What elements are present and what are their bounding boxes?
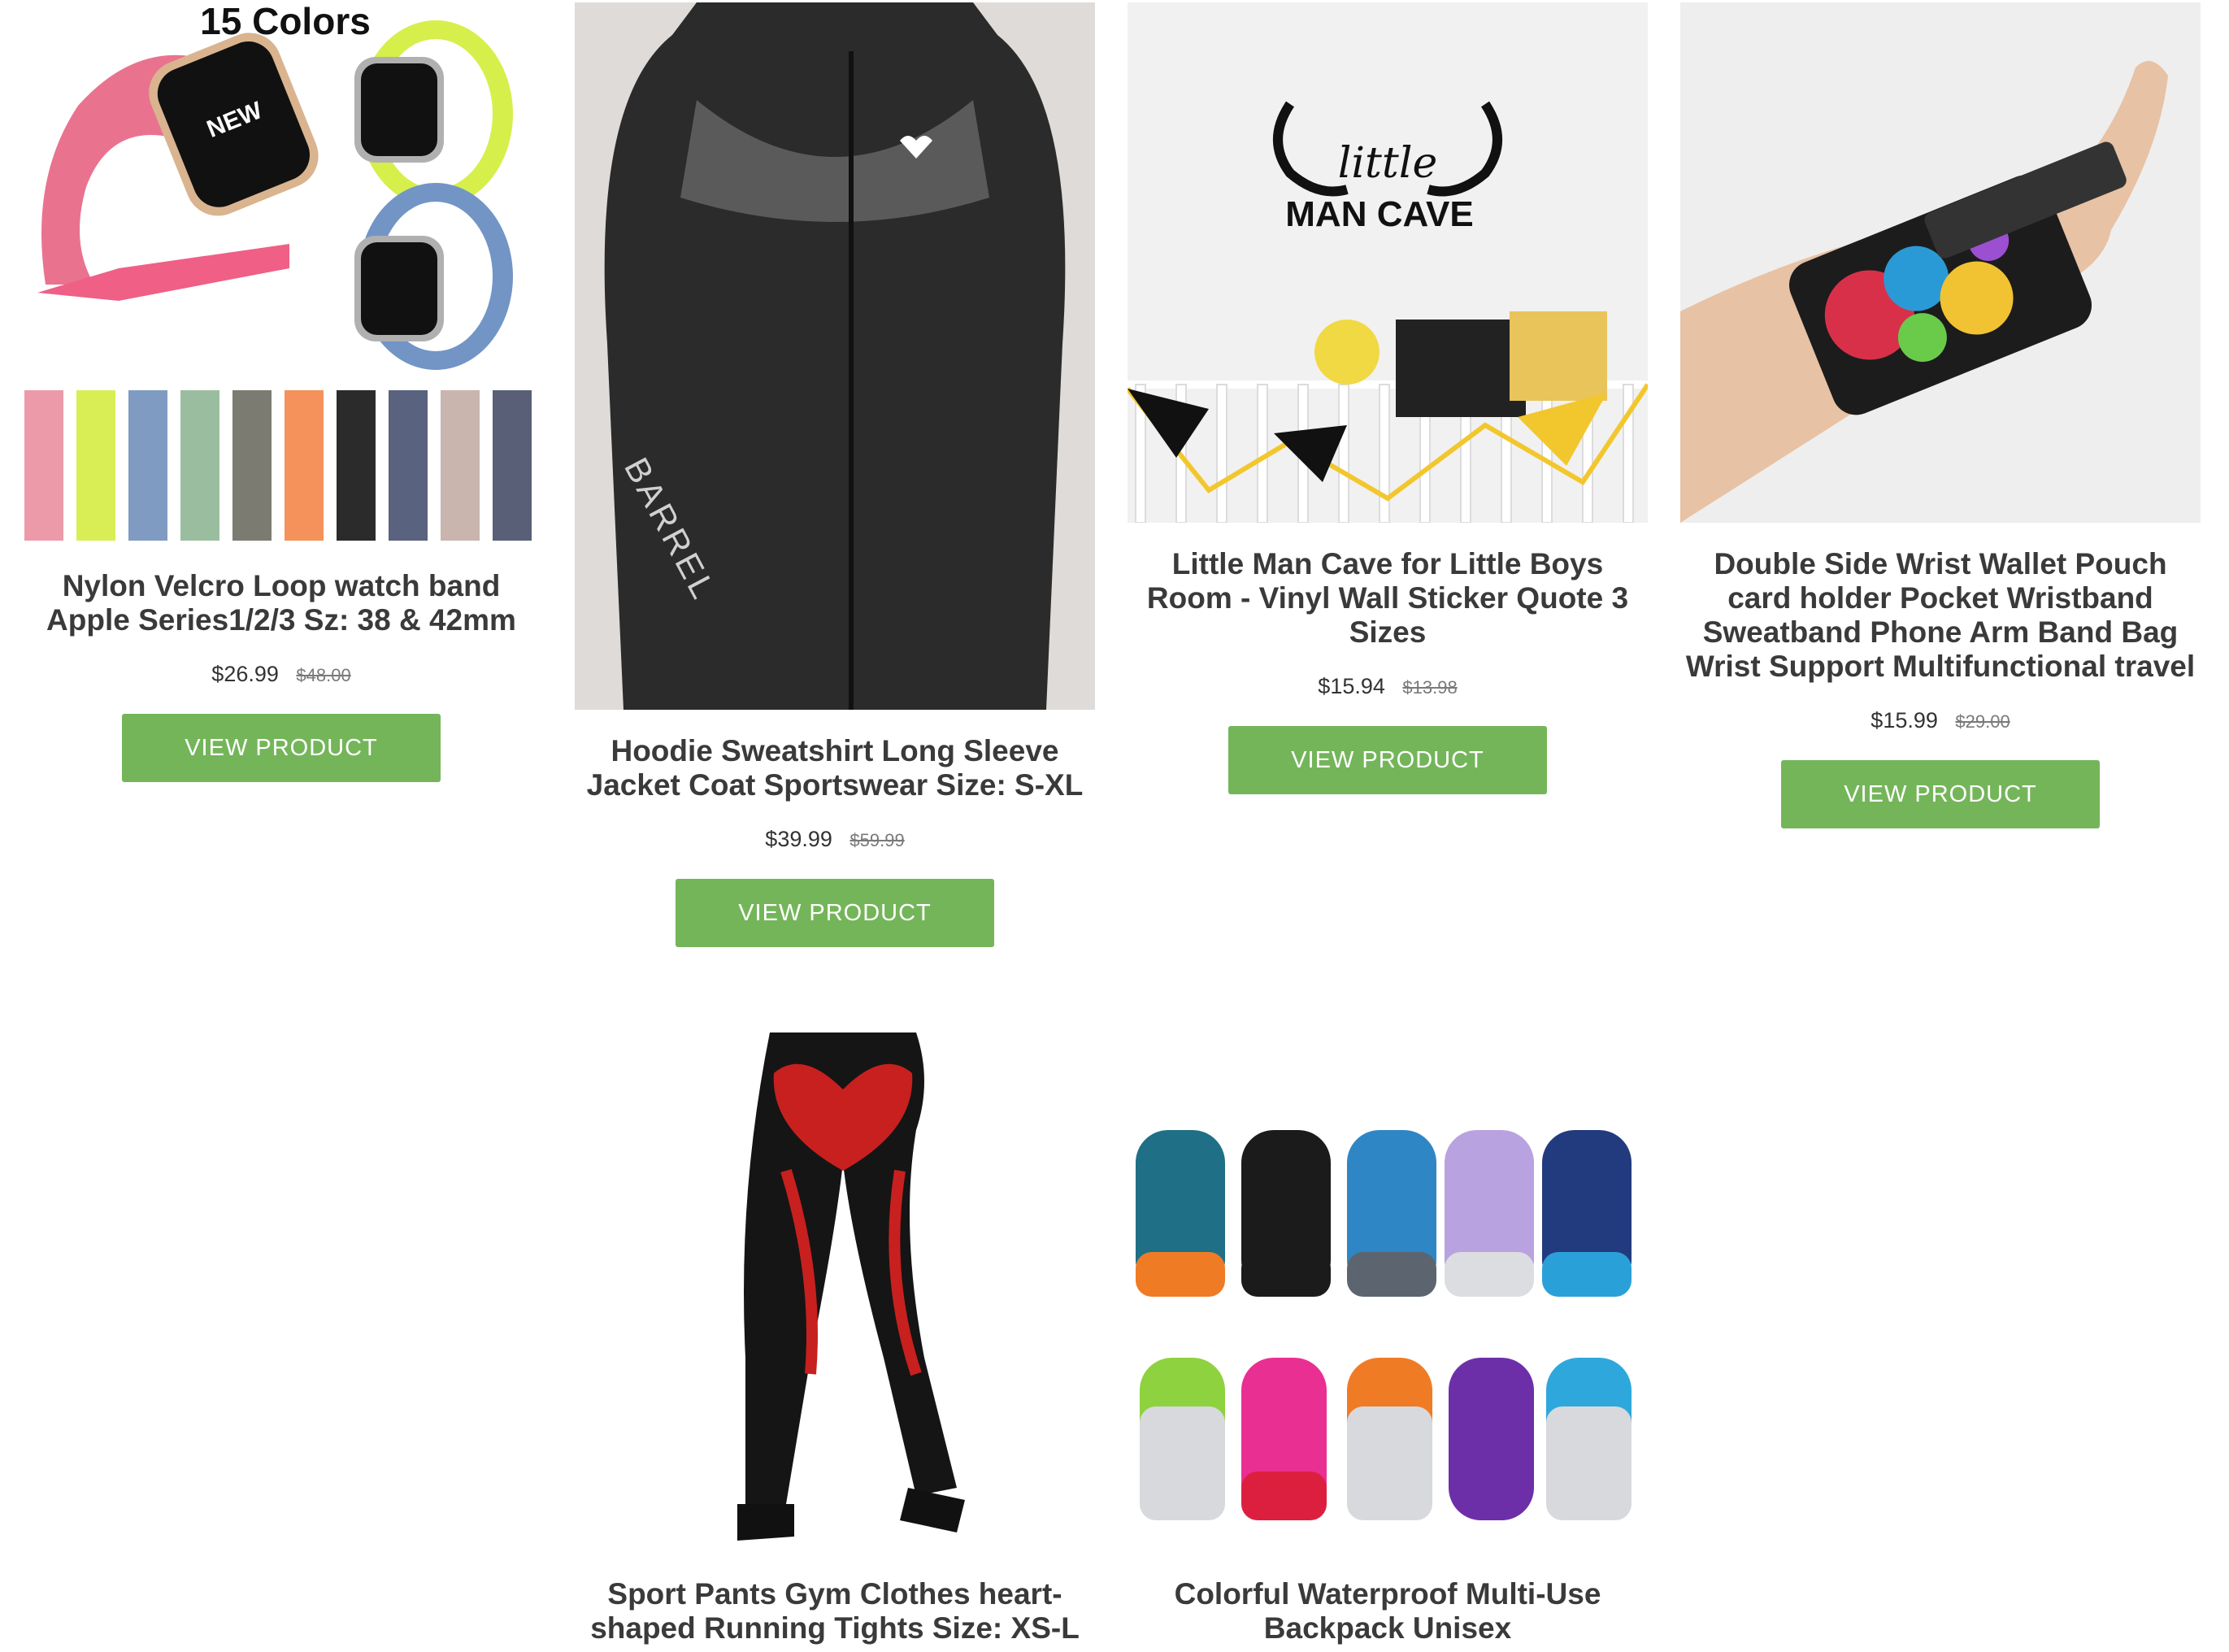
price-row: $15.94 $13.98 [1128,672,1648,702]
view-product-button[interactable]: VIEW PRODUCT [676,879,994,947]
product-card-wall-sticker: little MAN CAVE Little Man Cave for Litt… [1128,2,1648,794]
backpack-illustration [1128,1041,1648,1561]
product-image-wrist-wallet[interactable] [1680,2,2201,523]
product-image-sport-pants[interactable] [575,1032,1095,1553]
product-card-backpack: Colorful Waterproof Multi-Use Backpack U… [1128,1041,1648,1645]
product-title[interactable]: Nylon Velcro Loop watch band Apple Serie… [21,569,541,637]
view-product-button[interactable]: VIEW PRODUCT [1781,760,2100,828]
product-image-watch-band[interactable]: 15 Colors NEW [21,0,541,553]
compare-price: $29.00 [1955,711,2010,732]
sale-price: $15.99 [1871,708,1938,733]
view-product-button[interactable]: VIEW PRODUCT [122,714,441,782]
product-card-wrist-wallet: Double Side Wrist Wallet Pouch card hold… [1680,2,2201,828]
product-title[interactable]: Hoodie Sweatshirt Long Sleeve Jacket Coa… [575,734,1095,802]
compare-price: $13.98 [1402,677,1458,698]
sticker-text-1: little [1338,139,1437,188]
price-row: $26.99 $48.00 [21,660,541,689]
product-title[interactable]: Double Side Wrist Wallet Pouch card hold… [1680,547,2201,684]
product-title[interactable]: Colorful Waterproof Multi-Use Backpack U… [1128,1577,1648,1645]
watch-band-illustration: 15 Colors NEW [24,0,532,541]
sale-price: $26.99 [211,662,279,686]
product-image-hoodie[interactable]: BARREL [575,2,1095,710]
product-title[interactable]: Sport Pants Gym Clothes heart-shaped Run… [575,1577,1095,1645]
product-image-backpack[interactable] [1128,1041,1648,1561]
wall-sticker-illustration: little MAN CAVE [1128,2,1648,523]
hoodie-illustration: BARREL [575,2,1095,710]
price-row: $39.99 $59.99 [575,825,1095,854]
compare-price: $59.99 [849,830,905,850]
product-title[interactable]: Little Man Cave for Little Boys Room - V… [1128,547,1648,650]
product-card-watch-band: 15 Colors NEW Nylon Velcro Loop watch ba… [21,0,541,782]
sale-price: $39.99 [765,827,832,851]
product-card-sport-pants: Sport Pants Gym Clothes heart-shaped Run… [575,1032,1095,1645]
product-card-hoodie: BARREL Hoodie Sweatshirt Long Sleeve Jac… [575,2,1095,947]
view-product-button[interactable]: VIEW PRODUCT [1228,726,1547,794]
color-swatches [24,390,532,541]
price-row: $15.99 $29.00 [1680,706,2201,736]
product-image-wall-sticker[interactable]: little MAN CAVE [1128,2,1648,523]
wrist-wallet-illustration [1680,2,2201,523]
compare-price: $48.00 [296,665,351,685]
sport-pants-illustration [575,1032,1095,1553]
image-caption: 15 Colors [200,0,371,42]
sticker-text-2: MAN CAVE [1285,194,1473,234]
sale-price: $15.94 [1318,674,1385,698]
